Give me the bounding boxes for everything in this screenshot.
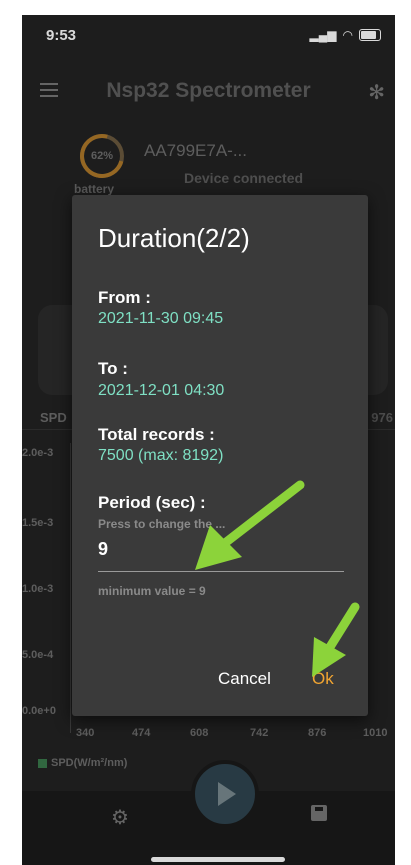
total-records-value: 7500 (max: 8192)	[98, 447, 224, 464]
to-label: To :	[98, 359, 128, 378]
phone-screen: 9:53 ▂▄▆ ◠ Nsp32 Spectrometer ✻ 62% batt…	[22, 15, 395, 865]
cancel-button[interactable]: Cancel	[218, 669, 271, 689]
to-value: 2021-12-01 04:30	[98, 382, 225, 399]
from-value: 2021-11-30 09:45	[98, 310, 224, 327]
period-helper-text: minimum value = 9	[98, 584, 206, 598]
dialog-title: Duration(2/2)	[98, 223, 250, 253]
annotation-arrow-input	[195, 480, 305, 570]
annotation-arrow-ok	[312, 602, 360, 677]
from-label: From :	[98, 288, 151, 307]
total-records-label: Total records :	[98, 425, 215, 444]
period-input[interactable]: 9	[98, 539, 108, 560]
